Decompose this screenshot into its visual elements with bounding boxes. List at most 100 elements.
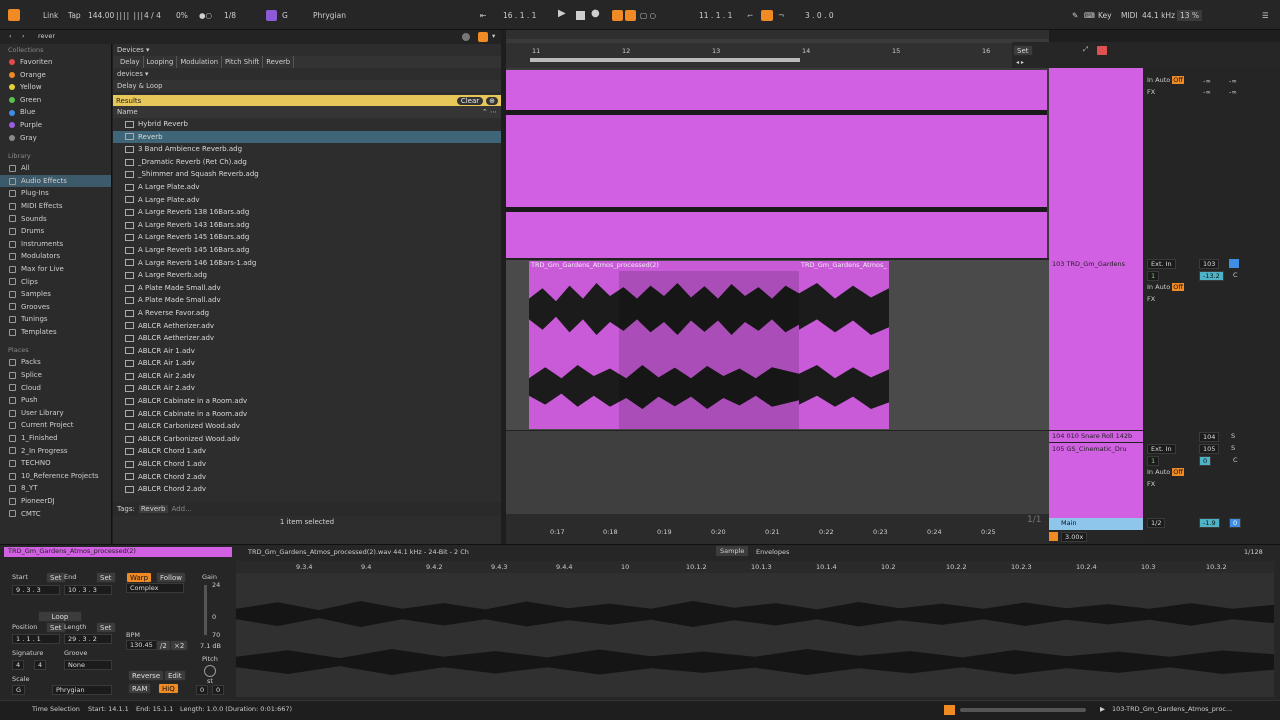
result-item[interactable]: ABLCR Cabinate in a Room.adv [113,408,501,421]
library-item[interactable]: Templates [0,326,111,339]
name-column-header[interactable]: Name [117,108,138,116]
back-icon[interactable]: ‹ [9,32,12,40]
follow-icon[interactable]: ⇤ [480,10,486,21]
places-item[interactable]: 8_YT [0,482,111,495]
library-item[interactable]: Drums [0,225,111,238]
end-field[interactable]: 10 . 3 . 3 [64,585,112,595]
warning-icon[interactable] [944,705,955,715]
collection-item[interactable]: Favoriten [0,56,111,69]
result-item[interactable]: Hybrid Reverb [113,118,501,131]
automation-arm-icon[interactable] [625,10,636,21]
collection-item[interactable]: Green [0,94,111,107]
sample-editor[interactable]: 9.3.4 9.4 9.4.2 9.4.3 9.4.4 10 10.1.2 10… [236,561,1274,697]
places-item[interactable]: User Library [0,407,111,420]
loop-switch-icon[interactable] [761,10,773,21]
metronome-icon[interactable]: ●○ [199,10,212,21]
devices-filter[interactable]: Devices ▾ [113,44,501,56]
track-102-header[interactable] [1049,68,1143,258]
set-end-button[interactable]: Set [96,572,116,583]
tag-pitch-shift[interactable]: Pitch Shift [222,56,264,68]
set-locator-button[interactable]: Set [1013,45,1033,56]
play-track-icon[interactable]: ▶ [1100,705,1105,713]
result-item[interactable]: A Large Reverb 146 16Bars-1.adg [113,257,501,270]
main-track-header[interactable]: Main [1049,518,1143,530]
scale-mode-icon[interactable] [266,10,277,21]
result-item[interactable]: ABLCR Air 1.adv [113,345,501,358]
places-item[interactable]: Packs [0,356,111,369]
pitch-knob-icon[interactable] [204,665,216,677]
tag-modulation[interactable]: Modulation [177,56,223,68]
result-item[interactable]: ABLCR Aetherizer.adv [113,320,501,333]
result-item[interactable]: A Large Plate.adv [113,194,501,207]
result-item[interactable]: ABLCR Air 2.adv [113,370,501,383]
main-output-select[interactable]: 1/2 [1147,518,1166,528]
track-105-header[interactable]: 105 GS_Cinematic_Dru [1049,442,1143,518]
library-item[interactable]: Audio Effects [0,174,111,188]
groove-select[interactable]: None [64,660,112,670]
in-auto-off-row[interactable]: In Auto Off [1147,76,1184,84]
library-item[interactable]: Samples [0,288,111,301]
set-length-button[interactable]: Set [96,622,116,633]
result-item[interactable]: ABLCR Chord 1.adv [113,458,501,471]
overview-strip[interactable] [506,30,1049,39]
library-item[interactable]: Plug-Ins [0,187,111,200]
punch-out-icon[interactable]: ¬ [778,10,784,21]
warp-mode-select[interactable]: Complex [126,583,184,593]
result-item[interactable]: ABLCR Aetherizer.adv [113,332,501,345]
fx-select[interactable]: FX [1147,295,1155,303]
places-item[interactable]: Push [0,394,111,407]
solo-button-icon[interactable] [1229,259,1239,268]
loop-start-field[interactable]: 11 . 1 . 1 [699,10,732,21]
places-item[interactable]: Cloud [0,382,111,395]
keyboard-icon[interactable]: ⌨ [1084,10,1095,21]
midi-map-button[interactable]: MIDI [1121,10,1138,21]
send-b-value[interactable]: -∞ [1229,77,1237,85]
scale-select[interactable]: Phrygian [313,10,346,21]
places-item[interactable]: TECHNO [0,457,111,470]
fx-select[interactable]: FX [1147,480,1155,488]
library-item[interactable]: Sounds [0,213,111,226]
input-channel-select[interactable]: 1 [1147,271,1160,281]
places-item[interactable]: 1_Finished [0,432,111,445]
in-auto-off-row[interactable]: In Auto Off [1147,468,1184,476]
locator-nav-icon[interactable]: ◂ ▸ [1016,59,1024,66]
main-pan[interactable]: 0 [1229,518,1242,528]
filter-dropdown-icon[interactable]: ▾ [492,32,495,40]
result-item[interactable]: ABLCR Air 1.adv [113,357,501,370]
signature-numerator[interactable]: 4 [12,660,25,670]
sort-icon[interactable]: ⌃ ⋯ [482,108,497,116]
solo-105[interactable]: S [1231,444,1235,452]
result-item[interactable]: ABLCR Air 2.adv [113,382,501,395]
result-item[interactable]: A Plate Made Small.adv [113,294,501,307]
start-field[interactable]: 9 . 3 . 3 [12,585,60,595]
result-item[interactable]: A Plate Made Small.adv [113,282,501,295]
record-arm-icon[interactable] [1097,46,1107,55]
tap-button[interactable]: Tap [68,10,81,21]
collection-item[interactable]: Purple [0,119,111,132]
result-item[interactable]: Reverb [113,130,501,144]
clip-atmos-1[interactable]: TRD_Gm_Gardens_Atmos_processed(2) [529,261,799,429]
zoom-display[interactable]: 3.00x [1061,532,1088,542]
track-104-header[interactable]: 104 010 Snare Roll 142b [1049,430,1143,442]
status-scroll[interactable] [960,708,1086,712]
scale-name-select[interactable]: Phrygian [52,685,112,695]
result-item[interactable]: _Shimmer and Squash Reverb.adg [113,168,501,181]
edit-button[interactable]: Edit [164,670,186,681]
volume-103[interactable]: -13.2 [1199,271,1224,281]
tempo-field[interactable]: 144.00 [88,10,114,21]
loop-button[interactable]: Loop [38,611,82,622]
length-field[interactable]: 29 . 3 . 2 [64,634,112,644]
forward-icon[interactable]: › [22,32,25,40]
places-item[interactable]: 2_In Progress [0,445,111,458]
result-item[interactable]: A Large Reverb 138 16Bars.adg [113,206,501,219]
signature-denominator[interactable]: 4 [34,660,47,670]
places-item[interactable]: Splice [0,369,111,382]
result-item[interactable]: A Large Reverb.adg [113,269,501,282]
grid-size[interactable]: 1/128 [1244,548,1263,556]
result-item[interactable]: A Large Reverb 145 16Bars.adg [113,231,501,244]
stop-icon[interactable] [576,11,585,20]
fx-select[interactable]: FX [1147,88,1155,96]
record-icon[interactable]: ● [591,8,600,19]
clear-search-icon[interactable] [462,33,470,41]
places-item[interactable]: Current Project [0,419,111,432]
